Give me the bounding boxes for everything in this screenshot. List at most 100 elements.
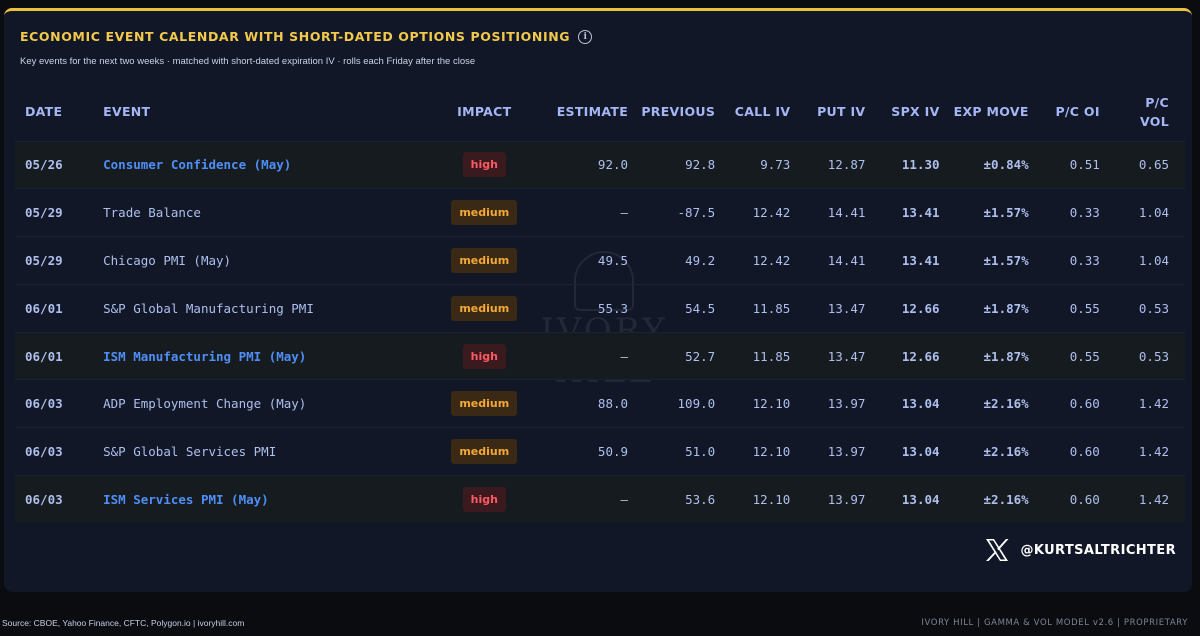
cell-spx-iv: 12.66 [901, 300, 940, 316]
cell-call-iv: 12.42 [752, 205, 791, 221]
col-pc-vol-line2: VOL [1140, 113, 1169, 129]
cell-estimate: 92.0 [597, 157, 629, 173]
cell-spx-iv: 13.41 [901, 252, 940, 268]
info-icon[interactable]: i [578, 29, 593, 44]
cell-impact: medium [434, 284, 535, 332]
cell-date: 05/29 [25, 205, 63, 221]
cell-spx-iv: 13.04 [901, 492, 940, 508]
cell-put-iv: 13.47 [827, 300, 866, 316]
calendar-panel: ECONOMIC EVENT CALENDAR WITH SHORT-DATED… [4, 8, 1192, 592]
cell-impact: high [434, 332, 535, 380]
cell-spx-iv: 13.04 [901, 396, 940, 412]
table-row[interactable]: 06/01 S&P Global Manufacturing PMI medium 5… [15, 284, 1185, 332]
cell-pc-vol: 1.42 [1138, 492, 1169, 508]
table-row[interactable]: 05/29 Chicago PMI (May) medium 49.5 49.2 12.4… [15, 236, 1185, 285]
cell-previous: 92.8 [685, 157, 716, 173]
table-row[interactable]: 06/03 S&P Global Services PMI medium 50.9 51… [15, 427, 1185, 476]
cell-spx-iv: 12.66 [901, 348, 940, 364]
cell-pc-vol: 0.53 [1138, 348, 1169, 364]
cell-event[interactable]: Consumer Confidence (May) [93, 141, 434, 189]
cell-spx-iv: 13.41 [901, 205, 940, 221]
cell-pc-oi: 0.60 [1069, 444, 1100, 460]
cell-pc-oi: 0.33 [1069, 252, 1100, 268]
cell-pc-vol: 0.53 [1138, 300, 1169, 316]
cell-impact: medium [434, 189, 535, 237]
cell-date: 06/01 [25, 300, 63, 316]
cell-call-iv: 9.73 [760, 157, 791, 173]
cell-estimate: 55.3 [597, 300, 629, 316]
col-pc-vol[interactable]: P/C VOL [1100, 83, 1185, 141]
cell-date: 06/03 [25, 492, 63, 508]
cell-previous: 54.5 [685, 300, 716, 316]
cell-estimate: 50.9 [597, 444, 629, 460]
cell-pc-oi: 0.60 [1069, 492, 1100, 508]
cell-exp-move: ±1.57% [983, 205, 1029, 221]
cell-put-iv: 13.47 [827, 348, 866, 364]
col-impact[interactable]: IMPACT [434, 83, 535, 141]
cell-event[interactable]: ISM Manufacturing PMI (May) [93, 332, 434, 380]
col-estimate[interactable]: ESTIMATE [535, 83, 628, 141]
cell-pc-vol: 0.65 [1138, 157, 1169, 173]
col-put-iv[interactable]: PUT IV [790, 83, 865, 141]
impact-badge: medium [451, 247, 518, 273]
cell-exp-move: ±1.57% [983, 252, 1029, 268]
col-exp-move[interactable]: EXP MOVE [940, 83, 1029, 141]
cell-estimate: 88.0 [597, 396, 629, 412]
cell-previous: 52.7 [685, 348, 716, 364]
col-call-iv[interactable]: CALL IV [715, 83, 790, 141]
cell-previous: 109.0 [677, 396, 716, 412]
cell-event[interactable]: S&P Global Manufacturing PMI [93, 284, 434, 332]
col-previous[interactable]: PREVIOUS [628, 83, 715, 141]
cell-exp-move: ±1.87% [983, 300, 1029, 316]
cell-exp-move: ±1.87% [983, 348, 1029, 364]
impact-badge: medium [451, 200, 518, 226]
cell-impact: high [434, 141, 535, 189]
impact-badge: medium [451, 391, 518, 417]
cell-pc-vol: 1.04 [1138, 205, 1169, 221]
x-handle[interactable]: @KURTSALTRICHTER [1020, 543, 1176, 558]
cell-pc-oi: 0.55 [1069, 300, 1100, 316]
cell-put-iv: 13.97 [827, 492, 866, 508]
cell-estimate: 49.5 [597, 252, 629, 268]
cell-event[interactable]: ADP Employment Change (May) [93, 380, 434, 428]
cell-date: 05/26 [25, 157, 63, 173]
cell-spx-iv: 11.30 [901, 157, 940, 173]
impact-badge: medium [451, 295, 518, 321]
cell-call-iv: 12.42 [752, 252, 791, 268]
cell-date: 06/03 [25, 444, 63, 460]
cell-pc-oi: 0.51 [1069, 157, 1100, 173]
cell-impact: medium [434, 237, 535, 285]
cell-call-iv: 12.10 [752, 396, 791, 412]
cell-date: 05/29 [25, 252, 63, 268]
cell-event[interactable]: ISM Services PMI (May) [93, 476, 434, 524]
table-row[interactable]: 06/01 ISM Manufacturing PMI (May) high — 52.… [15, 332, 1185, 380]
col-spx-iv[interactable]: SPX IV [865, 83, 939, 141]
col-date[interactable]: DATE [15, 83, 93, 141]
impact-badge: high [462, 343, 506, 369]
cell-previous: 51.0 [685, 444, 716, 460]
table-row[interactable]: 06/03 ADP Employment Change (May) medium 88… [15, 379, 1185, 428]
cell-event[interactable]: Chicago PMI (May) [93, 237, 434, 285]
cell-event[interactable]: S&P Global Services PMI [93, 428, 434, 476]
cell-call-iv: 12.10 [752, 444, 791, 460]
col-pc-oi[interactable]: P/C OI [1029, 83, 1100, 141]
x-logo-icon[interactable] [984, 537, 1010, 563]
cell-impact: high [434, 476, 535, 524]
cell-call-iv: 12.10 [752, 492, 791, 508]
cell-event[interactable]: Trade Balance [93, 189, 434, 237]
cell-previous: 49.2 [685, 252, 716, 268]
cell-date: 06/01 [25, 348, 63, 364]
impact-badge: high [462, 487, 506, 513]
col-event[interactable]: EVENT [93, 83, 434, 141]
cell-exp-move: ±0.84% [983, 157, 1029, 173]
footer-source: Source: CBOE, Yahoo Finance, CFTC, Polyg… [2, 618, 245, 628]
cell-previous: -87.5 [677, 205, 716, 221]
page-subtitle: Key events for the next two weeks · matc… [20, 56, 476, 67]
table-row[interactable]: 06/03 ISM Services PMI (May) high — 53.6 12.1… [15, 475, 1185, 524]
cell-exp-move: ±2.16% [983, 444, 1029, 460]
table-row[interactable]: 05/26 Consumer Confidence (May) high 92.0 92… [15, 141, 1185, 189]
table-row[interactable]: 05/29 Trade Balance medium — -87.5 12.42 14.41… [15, 188, 1185, 237]
cell-pc-vol: 1.42 [1138, 396, 1169, 412]
cell-estimate: — [620, 348, 629, 364]
events-table: DATE EVENT IMPACT ESTIMATE PREVIOUS CALL… [15, 83, 1185, 524]
